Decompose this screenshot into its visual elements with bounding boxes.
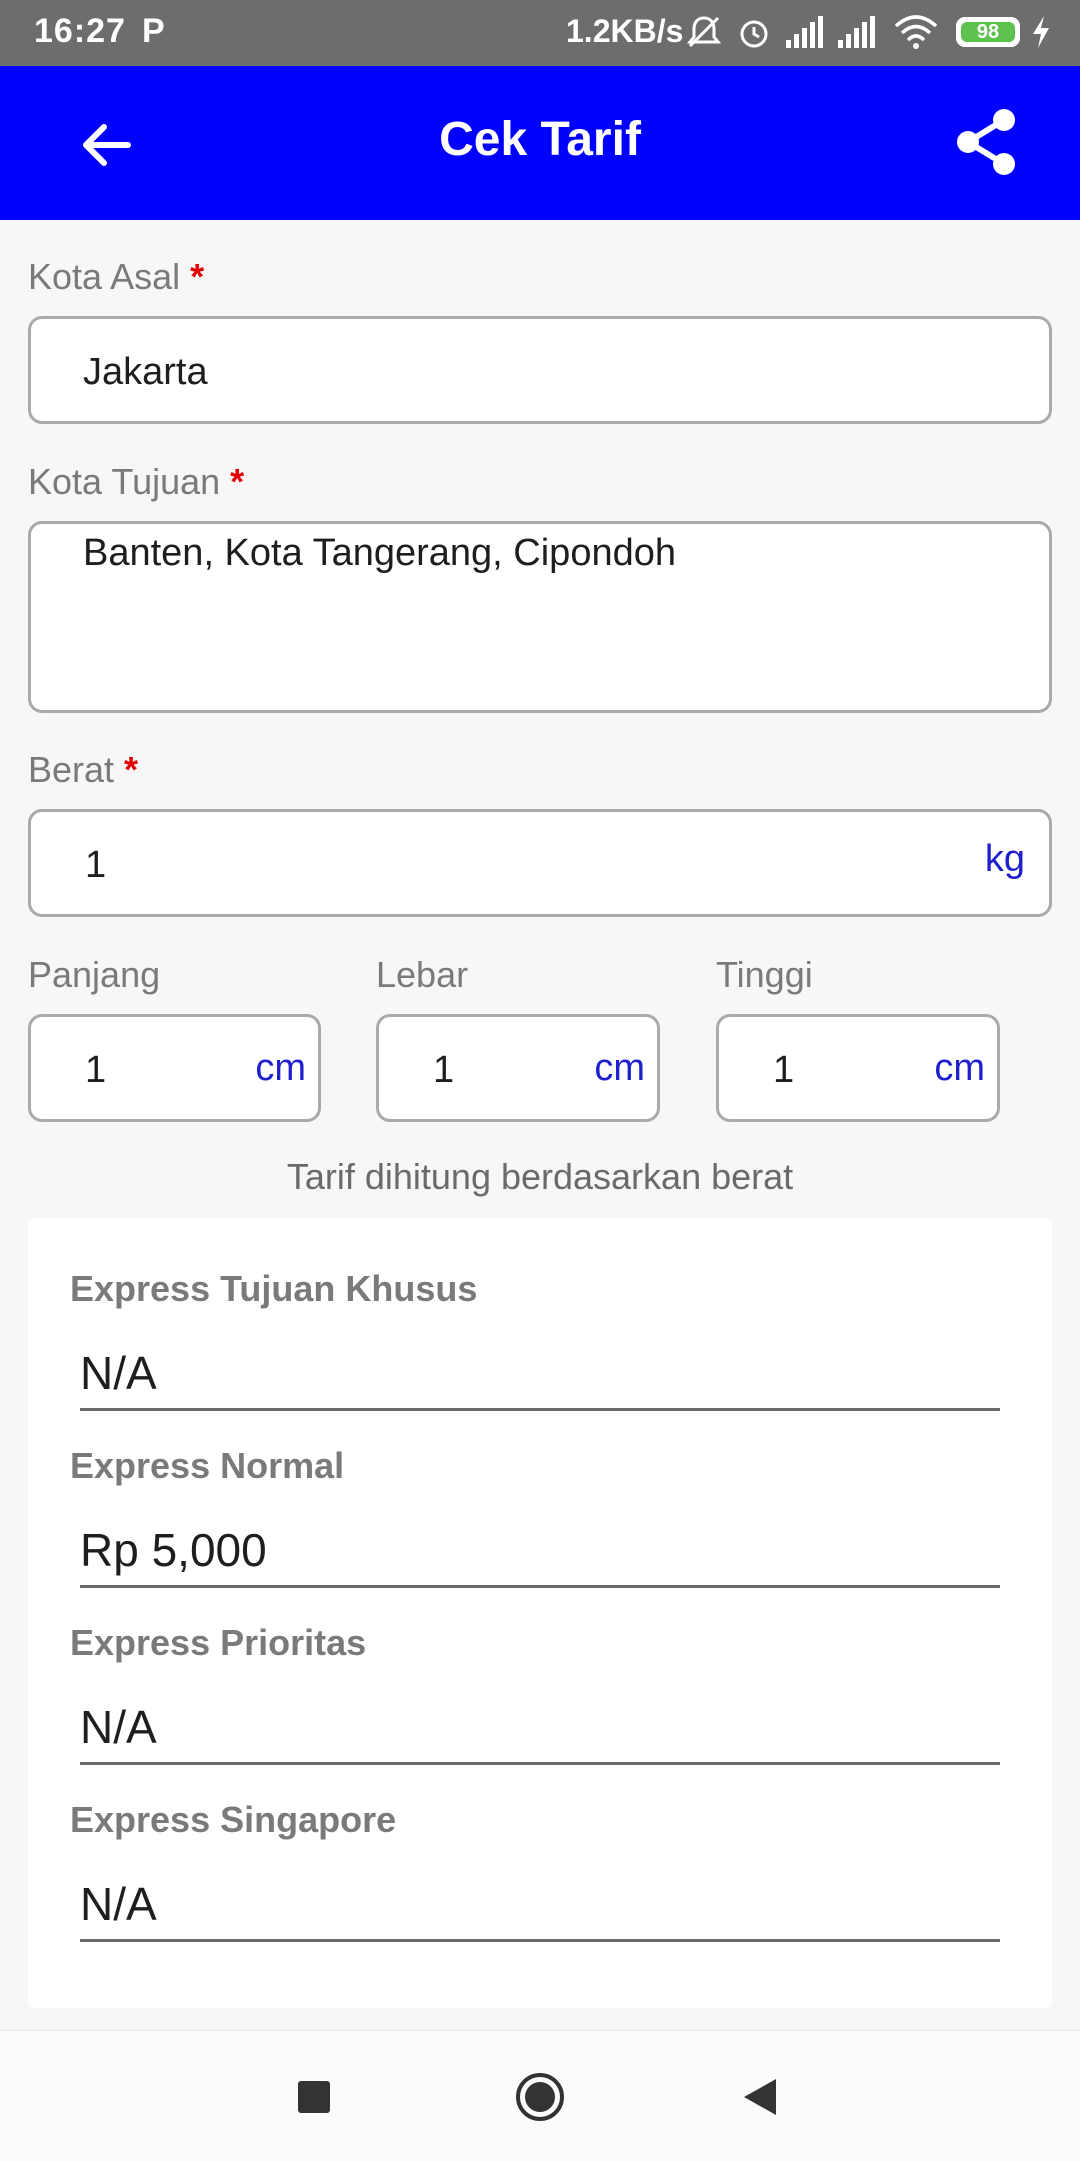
status-time: 16:27 (34, 12, 126, 50)
width-field[interactable]: 1 cm (376, 1014, 660, 1122)
system-navigation-bar (0, 2030, 1080, 2161)
destination-label-text: Kota Tujuan (28, 461, 221, 502)
network-speed: 1.2KB/s (566, 13, 684, 49)
rate-value: N/A (80, 1877, 1000, 1942)
origin-field[interactable]: Jakarta (28, 316, 1052, 424)
weight-unit: kg (984, 838, 1025, 880)
length-label: Panjang (28, 954, 161, 995)
share-icon[interactable] (950, 106, 1022, 178)
battery-level: 98 (961, 22, 1015, 43)
width-value: 1 (433, 1049, 455, 1091)
height-unit: cm (934, 1047, 985, 1089)
wifi-icon (894, 15, 938, 49)
charging-icon (1033, 16, 1049, 48)
weight-label-text: Berat (28, 749, 115, 790)
rate-value: Rp 5,000 (80, 1523, 1000, 1588)
length-unit: cm (255, 1047, 306, 1089)
rate-label: Express Prioritas (70, 1622, 367, 1663)
required-marker: * (230, 461, 245, 502)
destination-field[interactable]: Banten, Kota Tangerang, Cipondoh (28, 521, 1052, 713)
width-unit: cm (594, 1047, 645, 1089)
height-field[interactable]: 1 cm (716, 1014, 1000, 1122)
origin-value: Jakarta (83, 351, 208, 393)
origin-label: Kota Asal * (28, 256, 204, 298)
height-label: Tinggi (716, 954, 813, 995)
required-marker: * (190, 256, 205, 297)
length-field[interactable]: 1 cm (28, 1014, 321, 1122)
calculation-note: Tarif dihitung berdasarkan berat (286, 1156, 794, 1197)
weight-value: 1 (85, 844, 107, 886)
weight-label: Berat * (28, 749, 138, 791)
signal-icon (838, 16, 875, 48)
rate-value: N/A (80, 1346, 1000, 1411)
width-label: Lebar (376, 954, 469, 995)
battery-icon: 98 (956, 17, 1020, 47)
height-value: 1 (773, 1049, 795, 1091)
rate-label: Express Singapore (70, 1799, 397, 1840)
recents-button[interactable] (296, 2079, 332, 2115)
origin-label-text: Kota Asal (28, 256, 181, 297)
page-title: Cek Tarif (439, 113, 641, 166)
length-value: 1 (85, 1049, 107, 1091)
alarm-icon (740, 20, 768, 48)
required-marker: * (124, 749, 139, 790)
notification-p-icon: P (142, 12, 165, 50)
rate-value: N/A (80, 1700, 1000, 1765)
rate-label: Express Normal (70, 1445, 345, 1486)
mute-icon (686, 16, 722, 48)
status-bar: 16:27 P 1.2KB/s 98 (0, 0, 1080, 66)
signal-icon (786, 16, 823, 48)
back-button[interactable] (742, 2077, 778, 2117)
rate-label: Express Tujuan Khusus (70, 1268, 478, 1309)
app-bar: Cek Tarif (0, 66, 1080, 220)
destination-value: Banten, Kota Tangerang, Cipondoh (83, 532, 676, 574)
destination-label: Kota Tujuan * (28, 461, 244, 503)
home-button[interactable] (514, 2071, 566, 2123)
rates-card: Express Tujuan Khusus N/A Express Normal… (28, 1218, 1052, 2008)
weight-field[interactable]: 1 kg (28, 809, 1052, 917)
